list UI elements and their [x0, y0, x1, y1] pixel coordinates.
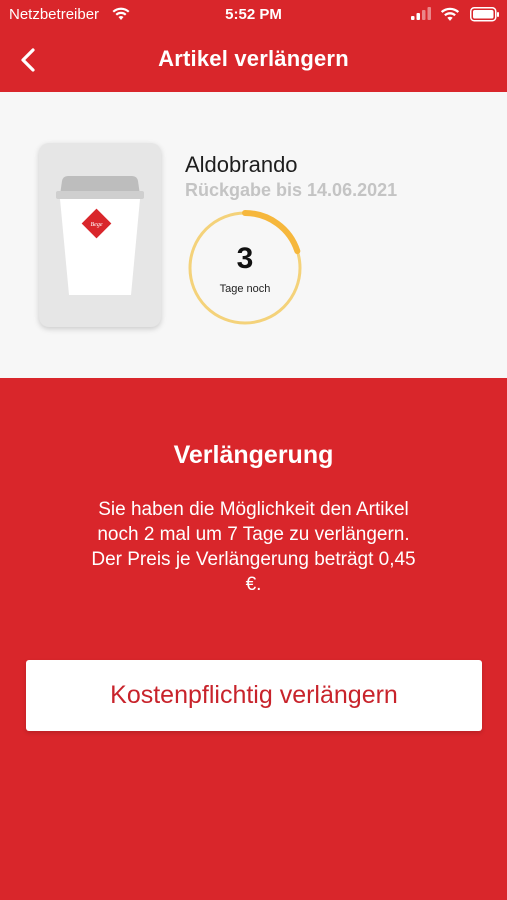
extension-line: €. — [245, 574, 262, 595]
extend-paid-button[interactable]: Kostenpflichtig verlängern — [26, 660, 482, 731]
signal-icon — [411, 7, 433, 26]
item-card: Bege Aldobrando Rückgabe bis 14.06.2021 … — [0, 92, 507, 378]
item-image: Bege — [39, 143, 161, 327]
days-left-value: 3 — [236, 242, 254, 275]
extension-title: Verlängerung — [173, 441, 334, 469]
nav-bar: Artikel verlängern — [0, 30, 507, 92]
status-bar: Netzbetreiber 5:52 PM — [0, 0, 507, 30]
extension-line: Der Preis je Verlängerung beträgt 0,45 — [91, 549, 416, 570]
extension-line: Sie haben die Möglichkeit den Artikel — [98, 499, 409, 520]
extension-line: noch 2 mal um 7 Tage zu verlängern. — [97, 524, 410, 545]
svg-text:Bege: Bege — [91, 222, 103, 228]
return-date: Rückgabe bis 14.06.2021 — [185, 180, 398, 200]
item-name: Aldobrando — [185, 152, 298, 177]
battery-icon — [470, 7, 500, 27]
days-left-label: Tage noch — [219, 283, 271, 295]
extension-description: Sie haben die Möglichkeit den Artikel no… — [40, 497, 467, 597]
wifi-icon — [440, 7, 460, 27]
page-title: Artikel verlängern — [158, 46, 349, 71]
coffee-cup-icon: Bege — [56, 176, 144, 295]
